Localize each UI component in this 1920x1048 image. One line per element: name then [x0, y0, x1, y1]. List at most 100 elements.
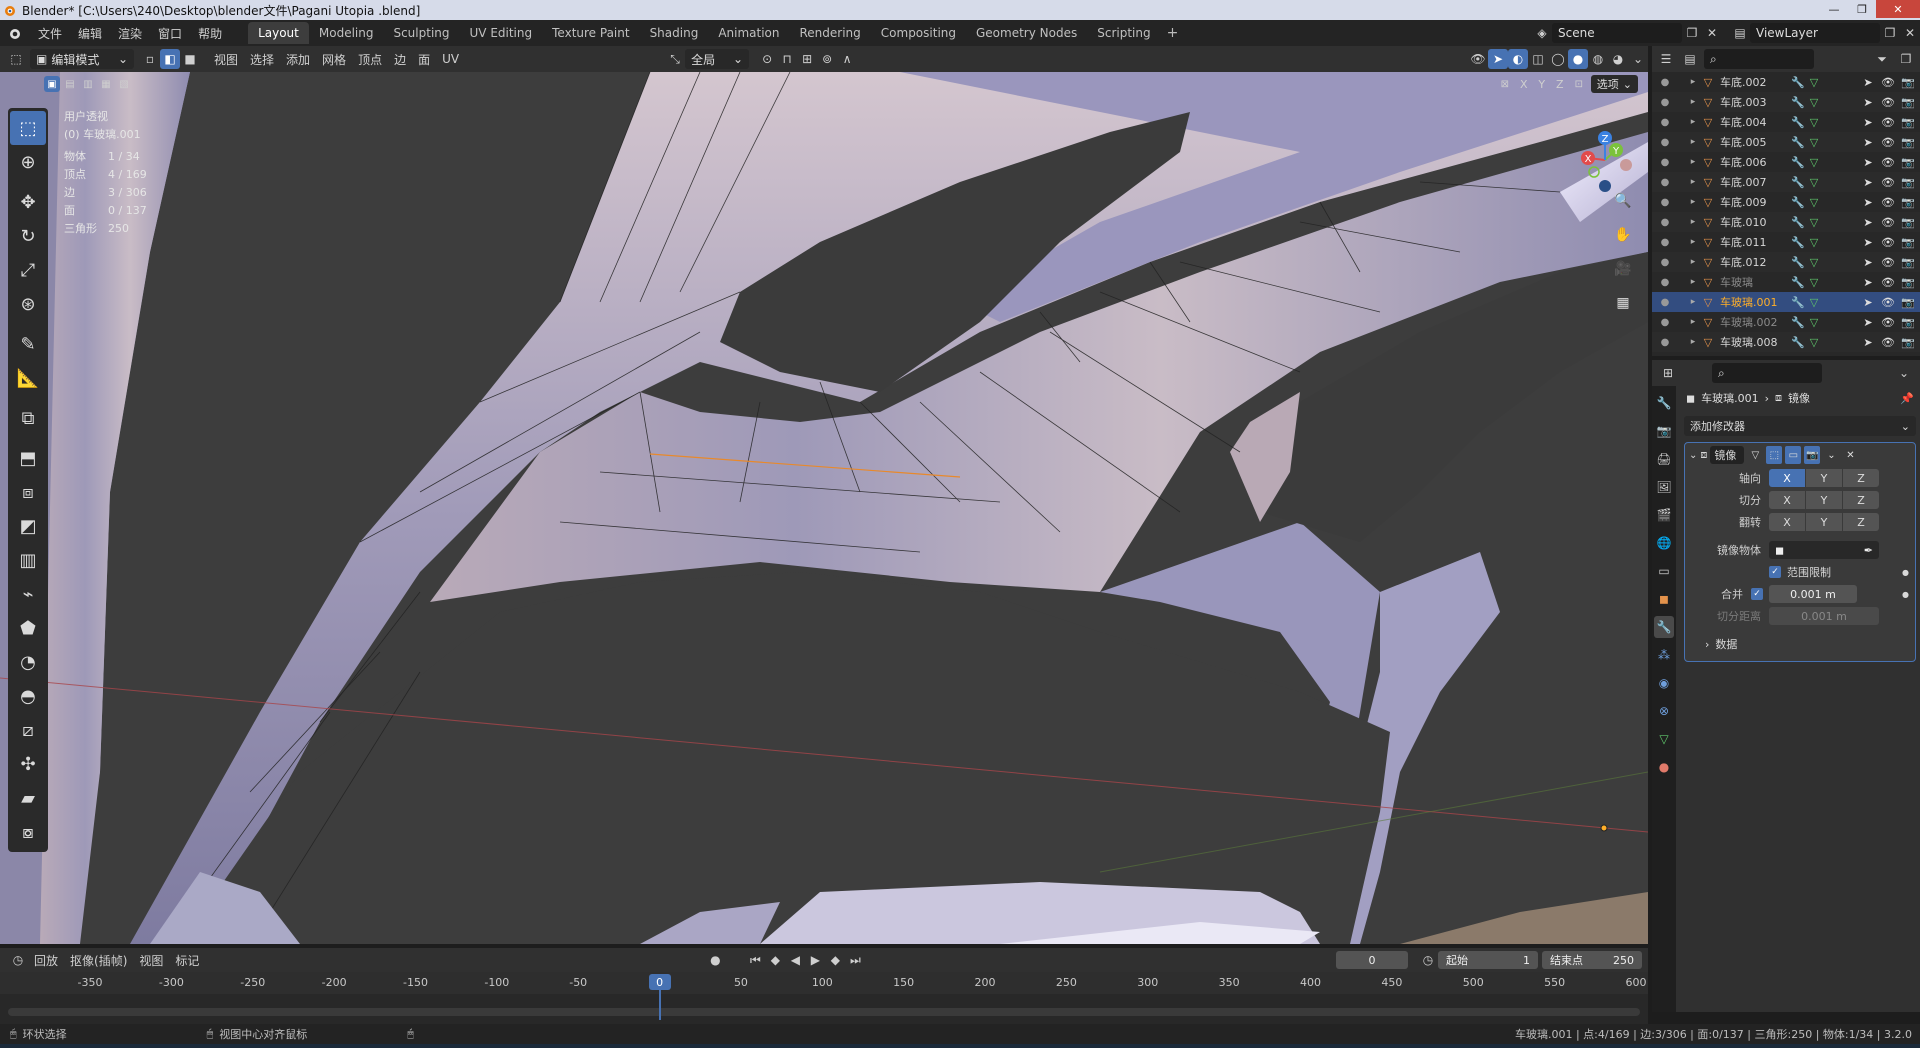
modifier-icon[interactable]: 🔧: [1790, 76, 1806, 89]
mesh-data-icon[interactable]: ▽: [1806, 116, 1822, 129]
jump-start-icon[interactable]: ⏮: [745, 950, 765, 970]
clipping-checkbox[interactable]: ✓: [1769, 566, 1781, 578]
add-cube-icon[interactable]: ⧉: [10, 401, 46, 435]
camera-icon[interactable]: 📷: [1900, 176, 1916, 189]
object-tab-icon[interactable]: ◼: [1654, 588, 1674, 610]
add-modifier-dropdown[interactable]: 添加修改器 ⌄: [1684, 416, 1916, 436]
select-new-icon[interactable]: ▣: [44, 76, 60, 92]
outliner-item[interactable]: ● ▸ ▽ 车底.002 🔧 ▽ ➤ 👁 📷: [1652, 72, 1920, 92]
visibility-icon[interactable]: 👁: [1468, 49, 1488, 69]
xray-icon[interactable]: ◫: [1528, 49, 1548, 69]
new-view-layer-icon[interactable]: ❐: [1880, 23, 1900, 43]
timeline-scrollbar[interactable]: [8, 1008, 1640, 1016]
knife-icon[interactable]: ⌁: [10, 577, 46, 611]
view-layer-field[interactable]: ViewLayer: [1750, 23, 1880, 43]
pin-icon[interactable]: 📌: [1900, 392, 1920, 405]
mesh-data-icon[interactable]: ▽: [1806, 236, 1822, 249]
loop-cut-icon[interactable]: ▥: [10, 543, 46, 577]
eye-icon[interactable]: 👁: [1880, 116, 1896, 129]
rotate-icon[interactable]: ↻: [10, 219, 46, 253]
outliner-editor-icon[interactable]: ☰: [1656, 49, 1676, 69]
play-reverse-icon[interactable]: ◀: [785, 950, 805, 970]
menu-select[interactable]: 选择: [244, 49, 280, 69]
remove-modifier-icon[interactable]: ✕: [1842, 446, 1858, 464]
modifier-icon[interactable]: 🔧: [1790, 176, 1806, 189]
chevron-right-icon[interactable]: ▸: [1686, 77, 1700, 87]
smooth-icon[interactable]: ◓: [10, 679, 46, 713]
transform-icon[interactable]: ⊛: [10, 287, 46, 321]
eye-icon[interactable]: 👁: [1880, 96, 1896, 109]
select-toggle-icon[interactable]: ➤: [1860, 136, 1876, 149]
perspective-grid-icon[interactable]: ▦: [1610, 290, 1636, 316]
eye-icon[interactable]: 👁: [1880, 156, 1896, 169]
render-toggle-icon[interactable]: 📷: [1804, 446, 1821, 464]
mirror-object-field[interactable]: ◼ ✒: [1769, 541, 1879, 559]
chevron-right-icon[interactable]: ▸: [1686, 137, 1700, 147]
eye-icon[interactable]: 👁: [1880, 216, 1896, 229]
flip-z-toggle[interactable]: Z: [1843, 513, 1879, 531]
mirror-z-button[interactable]: Z: [1553, 74, 1567, 94]
wireframe-shading-icon[interactable]: ◯: [1548, 49, 1568, 69]
mesh-data-icon[interactable]: ▽: [1806, 256, 1822, 269]
tab-sculpting[interactable]: Sculpting: [383, 22, 459, 44]
bisect-distance-field[interactable]: 0.001 m: [1769, 607, 1879, 625]
menu-edit[interactable]: 编辑: [70, 20, 110, 46]
chevron-right-icon[interactable]: ▸: [1686, 177, 1700, 187]
jump-end-icon[interactable]: ⏭: [845, 950, 865, 970]
bevel-icon[interactable]: ◩: [10, 509, 46, 543]
eye-icon[interactable]: 👁: [1880, 76, 1896, 89]
modifier-icon[interactable]: 🔧: [1790, 256, 1806, 269]
outliner-item[interactable]: ● ▸ ▽ 车玻璃.002 🔧 ▽ ➤ 👁 📷: [1652, 312, 1920, 332]
axis-z-toggle[interactable]: Z: [1843, 469, 1879, 487]
view-layer-icon[interactable]: ▤: [1730, 23, 1750, 43]
modifier-icon[interactable]: 🔧: [1790, 336, 1806, 349]
eye-icon[interactable]: 👁: [1880, 256, 1896, 269]
chevron-right-icon[interactable]: ▸: [1686, 217, 1700, 227]
tab-geometry-nodes[interactable]: Geometry Nodes: [966, 22, 1087, 44]
eye-icon[interactable]: 👁: [1880, 236, 1896, 249]
eye-icon[interactable]: 👁: [1880, 296, 1896, 309]
solid-shading-icon[interactable]: ●: [1568, 49, 1588, 69]
edit-mode-toggle-icon[interactable]: ⬚: [1766, 446, 1783, 464]
filter-icon[interactable]: ⏷: [1872, 49, 1892, 69]
camera-icon[interactable]: 📷: [1900, 76, 1916, 89]
play-icon[interactable]: ▶: [805, 950, 825, 970]
mesh-data-icon[interactable]: ▽: [1806, 296, 1822, 309]
snap-target-icon[interactable]: ⊞: [797, 49, 817, 69]
menu-uv[interactable]: UV: [436, 49, 465, 69]
world-tab-icon[interactable]: 🌐: [1654, 532, 1674, 554]
chevron-right-icon[interactable]: ▸: [1686, 337, 1700, 347]
outliner-item[interactable]: ● ▸ ▽ 车底.005 🔧 ▽ ➤ 👁 📷: [1652, 132, 1920, 152]
material-shading-icon[interactable]: ◍: [1588, 49, 1608, 69]
camera-icon[interactable]: 📷: [1900, 276, 1916, 289]
gizmo-neg-y-icon[interactable]: [1588, 166, 1600, 178]
modifier-icon[interactable]: 🔧: [1790, 196, 1806, 209]
outliner-search-input[interactable]: ⌕: [1704, 49, 1814, 69]
add-workspace-button[interactable]: +: [1161, 25, 1185, 41]
select-toggle-icon[interactable]: ➤: [1860, 316, 1876, 329]
camera-view-icon[interactable]: 🎥: [1610, 256, 1636, 282]
minimize-icon[interactable]: —: [1820, 0, 1848, 18]
render-tab-icon[interactable]: 📷: [1654, 420, 1674, 442]
tab-shading[interactable]: Shading: [640, 22, 709, 44]
tab-compositing[interactable]: Compositing: [871, 22, 966, 44]
mesh-data-icon[interactable]: ▽: [1806, 136, 1822, 149]
timeline-editor-icon[interactable]: ◷: [8, 950, 28, 970]
rip-region-icon[interactable]: ⧇: [10, 815, 46, 849]
data-tab-icon[interactable]: ▽: [1654, 728, 1674, 750]
zoom-icon[interactable]: 🔍: [1610, 188, 1636, 214]
vertex-select-icon[interactable]: ▫: [140, 49, 160, 69]
mesh-data-icon[interactable]: ▽: [1806, 76, 1822, 89]
chevron-right-icon[interactable]: ▸: [1686, 277, 1700, 287]
scene-field[interactable]: Scene: [1552, 23, 1682, 43]
select-toggle-icon[interactable]: ➤: [1860, 276, 1876, 289]
menu-view[interactable]: 视图: [208, 49, 244, 69]
pin-icon[interactable]: ⊡: [1571, 76, 1587, 92]
camera-icon[interactable]: 📷: [1900, 296, 1916, 309]
constraints-tab-icon[interactable]: ⊗: [1654, 700, 1674, 722]
eye-icon[interactable]: 👁: [1880, 316, 1896, 329]
camera-icon[interactable]: 📷: [1900, 116, 1916, 129]
flip-y-toggle[interactable]: Y: [1806, 513, 1842, 531]
chevron-down-icon[interactable]: ⌄: [1823, 446, 1839, 464]
tab-uv-editing[interactable]: UV Editing: [460, 22, 543, 44]
